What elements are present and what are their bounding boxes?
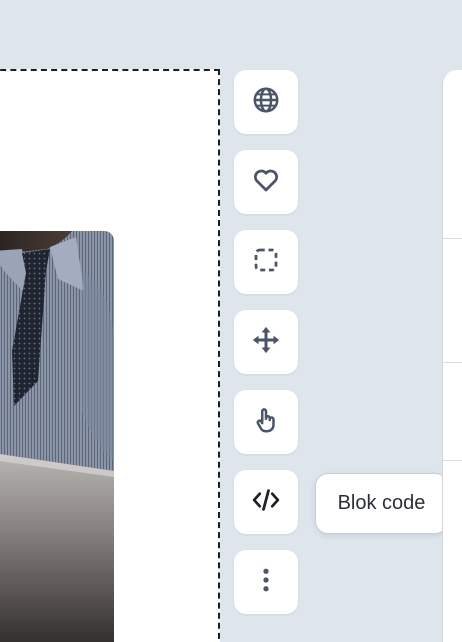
editor-canvas: Blok code bbox=[0, 0, 462, 642]
block-image bbox=[0, 231, 114, 642]
code-button[interactable] bbox=[234, 470, 298, 534]
code-tooltip: Blok code bbox=[315, 473, 448, 534]
favorite-button[interactable] bbox=[234, 150, 298, 214]
move-arrows-icon bbox=[251, 325, 281, 360]
tooltip-text: Blok code bbox=[337, 492, 426, 514]
hand-pointer-icon bbox=[251, 405, 281, 440]
panel-divider bbox=[443, 238, 462, 239]
code-brackets-icon bbox=[251, 485, 281, 520]
interact-button[interactable] bbox=[234, 390, 298, 454]
vertical-dots-icon bbox=[251, 565, 281, 600]
globe-icon bbox=[251, 85, 281, 120]
side-panel bbox=[442, 70, 462, 642]
more-options-button[interactable] bbox=[234, 550, 298, 614]
select-button[interactable] bbox=[234, 230, 298, 294]
panel-divider bbox=[443, 460, 462, 461]
heart-icon bbox=[251, 165, 281, 200]
panel-divider bbox=[443, 362, 462, 363]
language-button[interactable] bbox=[234, 70, 298, 134]
move-button[interactable] bbox=[234, 310, 298, 374]
selected-block[interactable] bbox=[0, 69, 220, 642]
dashed-square-select-icon bbox=[251, 245, 281, 280]
